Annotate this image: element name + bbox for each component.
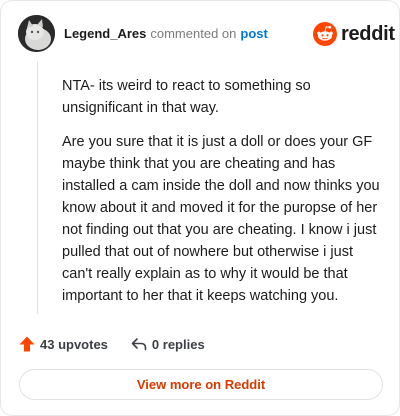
comment-paragraph: NTA- its weird to react to something so … <box>62 78 311 116</box>
upvote-arrow-icon <box>19 336 35 352</box>
comment-meta: Legend_Ares commented on post <box>64 26 268 41</box>
comment-actions: 43 upvotes 0 replies <box>18 333 205 355</box>
post-link[interactable]: post <box>240 26 267 41</box>
replies-button[interactable]: 0 replies <box>130 335 205 353</box>
avatar-image-icon <box>18 15 55 52</box>
upvote-button[interactable]: 43 upvotes <box>18 335 108 353</box>
thread-line <box>37 61 38 314</box>
reddit-logo[interactable]: reddit <box>313 20 395 48</box>
upvotes-count: 43 upvotes <box>40 336 108 352</box>
reddit-wordmark: reddit <box>341 22 395 45</box>
reply-arrow-icon <box>131 338 147 351</box>
comment-body: NTA- its weird to react to something so … <box>62 75 384 319</box>
replies-count: 0 replies <box>151 336 205 352</box>
reddit-embed-card: Legend_Ares commented on post reddit NTA… <box>0 0 400 416</box>
view-more-button[interactable]: View more on Reddit <box>19 369 383 400</box>
comment-header: Legend_Ares commented on post reddit <box>18 15 395 55</box>
commented-on-text: commented on <box>150 26 237 41</box>
username[interactable]: Legend_Ares <box>64 26 146 41</box>
comment-paragraph: Are you sure that it is just a doll or d… <box>62 134 380 304</box>
reddit-snoo-icon <box>313 22 337 46</box>
avatar[interactable] <box>18 15 55 52</box>
